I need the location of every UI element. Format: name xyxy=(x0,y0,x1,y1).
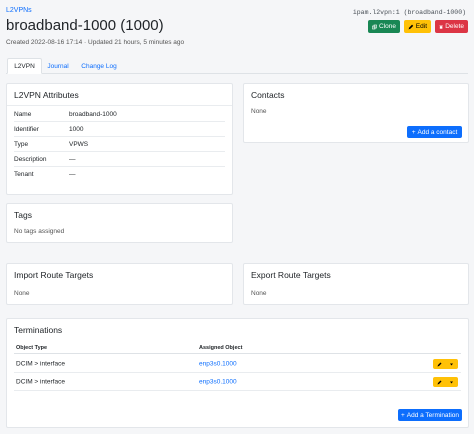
page-title: broadband-1000 (1000) xyxy=(6,17,164,34)
column-header-assigned-object: Assigned Object xyxy=(199,345,243,351)
import-rt-empty-text: None xyxy=(14,290,30,297)
delete-button[interactable]: Delete xyxy=(435,20,468,33)
add-termination-button[interactable]: + Add a Termination xyxy=(398,409,462,421)
attribute-key: Type xyxy=(14,140,29,148)
card-title: Contacts xyxy=(251,90,285,100)
card-title: Import Route Targets xyxy=(14,270,94,280)
terminations-table-header: Object Type Assigned Object xyxy=(14,343,461,354)
card-title: Tags xyxy=(14,210,32,220)
clone-icon xyxy=(372,24,377,29)
attribute-key: Name xyxy=(14,110,32,118)
tab-journal[interactable]: Journal xyxy=(43,58,73,74)
add-contact-label: Add a contact xyxy=(417,128,458,136)
attribute-key: Description xyxy=(14,155,47,163)
attribute-row: Identifier 1000 xyxy=(14,122,225,137)
object-type-cell: DCIM > interface xyxy=(16,378,65,386)
row-actions-button[interactable] xyxy=(433,377,458,387)
trash-icon xyxy=(439,25,443,29)
attribute-value: — xyxy=(69,171,76,178)
edit-button[interactable]: Edit xyxy=(404,20,431,33)
contacts-card: Contacts None + Add a contact xyxy=(243,83,469,143)
chevron-down-icon xyxy=(450,363,454,365)
object-identifier: ipam.l2vpn:1 (broadband-1000) xyxy=(352,9,466,16)
pencil-icon xyxy=(408,24,414,29)
attribute-value: VPWS xyxy=(69,140,89,148)
export-route-targets-card: Export Route Targets None xyxy=(243,263,469,305)
attribute-row: Type VPWS xyxy=(14,137,225,152)
breadcrumb[interactable]: L2VPNs xyxy=(6,7,32,14)
card-title: Export Route Targets xyxy=(251,270,331,280)
pencil-icon xyxy=(437,362,442,366)
attribute-row: Tenant — xyxy=(14,167,225,182)
table-row: DCIM > interface enp3s0.1000 xyxy=(14,356,461,373)
clone-button[interactable]: Clone xyxy=(368,20,400,33)
clone-label: Clone xyxy=(379,23,396,30)
divider xyxy=(7,105,232,106)
tags-empty-text: No tags assigned xyxy=(14,228,65,235)
object-actions: Clone Edit Delete xyxy=(368,20,468,33)
export-rt-empty-text: None xyxy=(251,290,267,297)
attribute-key: Tenant xyxy=(14,171,34,178)
chevron-down-icon xyxy=(450,381,454,383)
l2vpn-attributes-card: L2VPN Attributes Name broadband-1000 Iden… xyxy=(6,83,233,195)
assigned-object-link[interactable]: enp3s0.1000 xyxy=(199,379,237,386)
contacts-empty-text: None xyxy=(251,108,267,115)
add-termination-label: Add a Termination xyxy=(406,411,460,419)
attribute-value: broadband-1000 xyxy=(69,110,117,118)
terminations-card: Terminations Object Type Assigned Object… xyxy=(6,318,469,428)
attribute-row: Description — xyxy=(14,152,225,167)
plus-icon: + xyxy=(400,411,405,419)
column-header-object-type: Object Type xyxy=(16,345,48,351)
attribute-key: Identifier xyxy=(14,125,39,133)
edit-label: Edit xyxy=(415,23,427,30)
table-row: DCIM > interface enp3s0.1000 xyxy=(14,374,461,391)
card-title: Terminations xyxy=(14,325,63,335)
row-actions-button[interactable] xyxy=(433,359,458,369)
tags-card: Tags No tags assigned xyxy=(6,203,233,243)
created-updated-text: Created 2022-08-16 17:14 · Updated 21 ho… xyxy=(6,39,185,46)
delete-label: Delete xyxy=(445,23,464,30)
assigned-object-link[interactable]: enp3s0.1000 xyxy=(199,361,237,368)
tab-bar: L2VPN Journal Change Log xyxy=(6,58,468,74)
attribute-value: 1000 xyxy=(69,125,84,133)
plus-icon: + xyxy=(411,128,416,136)
object-type-cell: DCIM > interface xyxy=(16,360,65,368)
tab-change-log[interactable]: Change Log xyxy=(76,58,122,74)
import-route-targets-card: Import Route Targets None xyxy=(6,263,233,305)
tab-l2vpn[interactable]: L2VPN xyxy=(7,58,42,74)
add-contact-button[interactable]: + Add a contact xyxy=(407,126,462,138)
attribute-value: — xyxy=(69,155,76,163)
attribute-row: Name broadband-1000 xyxy=(14,107,225,122)
pencil-icon xyxy=(437,380,442,384)
card-title: L2VPN Attributes xyxy=(14,90,79,100)
